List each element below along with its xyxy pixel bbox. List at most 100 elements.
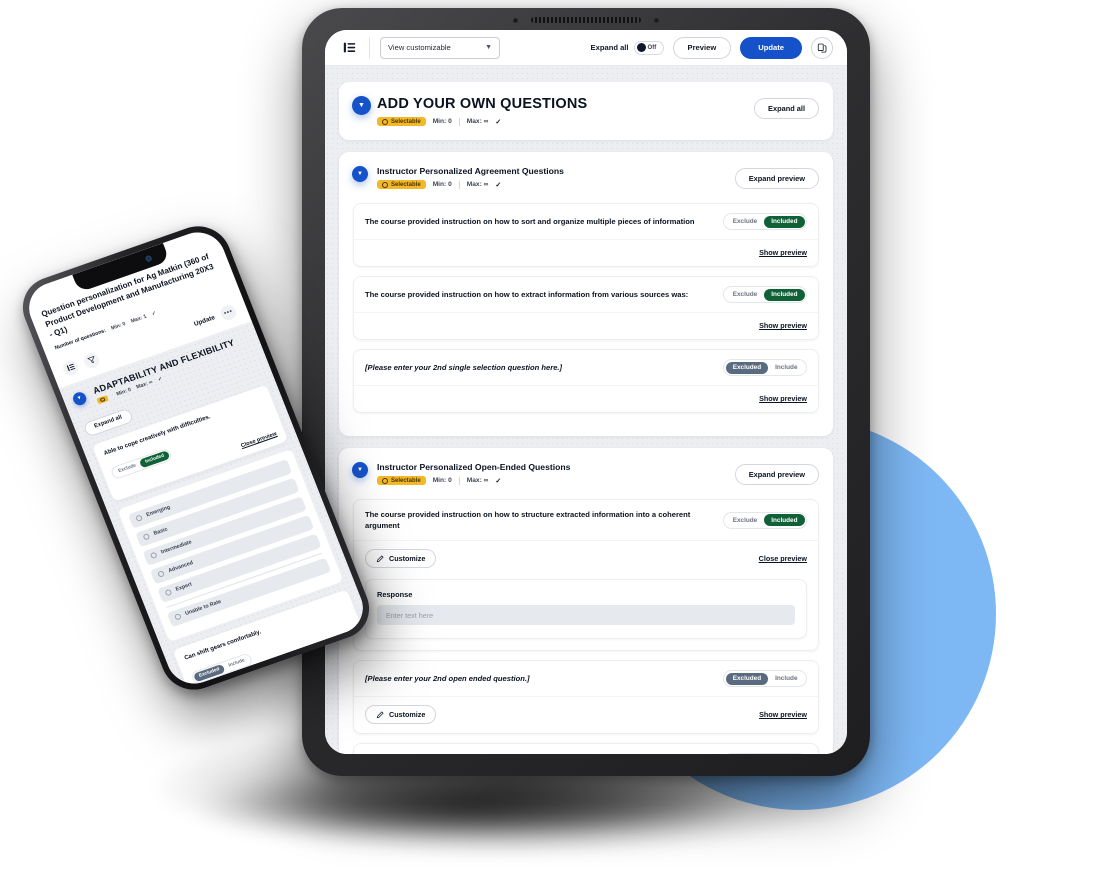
chevron-collapse-icon[interactable]: ▼ <box>352 166 368 182</box>
tablet-device: View customizable ▼ Expand all Off Previ… <box>302 8 870 776</box>
customize-label: Customize <box>389 710 426 719</box>
app-content[interactable]: ▼ ADD YOUR OWN QUESTIONS Selectable Min:… <box>325 66 847 754</box>
include-option[interactable]: Included <box>139 450 171 469</box>
question-row: [Please enter your 3rd open ended questi… <box>354 744 818 754</box>
include-option[interactable]: Include <box>223 655 252 672</box>
selectable-dot-icon <box>382 181 388 188</box>
group-actions: Expand preview <box>734 462 819 485</box>
chevron-collapse-icon[interactable]: ▼ <box>70 390 89 407</box>
chevron-down-icon: ▼ <box>485 44 492 51</box>
status-badge <box>96 394 109 405</box>
status-badge-label: Selectable <box>391 181 421 188</box>
expand-all-toggle[interactable]: Expand all Off <box>590 40 664 55</box>
question-card: [Please enter your 2nd single selection … <box>353 349 819 413</box>
check-icon: ✓ <box>150 309 158 317</box>
status-badge-label: Selectable <box>391 477 421 484</box>
include-exclude-toggle[interactable]: Excluded Include <box>723 753 807 754</box>
view-select[interactable]: View customizable ▼ <box>380 36 500 59</box>
group-header: ▼ Instructor Personalized Open-Ended Que… <box>339 448 833 499</box>
show-preview-link[interactable]: Show preview <box>759 394 807 403</box>
list-view-icon[interactable] <box>339 38 359 58</box>
expand-preview-button[interactable]: Expand preview <box>734 168 819 189</box>
include-option[interactable]: Included <box>764 288 805 301</box>
include-exclude-toggle[interactable]: Excluded Include <box>723 359 807 376</box>
expand-all-button[interactable]: Expand all <box>754 98 819 119</box>
customize-button[interactable]: Customize <box>365 705 437 724</box>
main-section-panel: ▼ ADD YOUR OWN QUESTIONS Selectable Min:… <box>339 82 833 140</box>
list-view-icon[interactable] <box>60 358 81 377</box>
response-preview-box: Response Enter text here <box>365 579 807 639</box>
group-title: Instructor Personalized Agreement Questi… <box>377 166 564 176</box>
exclude-option[interactable]: Excluded <box>193 663 226 683</box>
group-panel-open-ended: ▼ Instructor Personalized Open-Ended Que… <box>339 448 833 754</box>
exclude-option[interactable]: Exclude <box>726 289 765 301</box>
expand-preview-button[interactable]: Expand preview <box>734 464 819 485</box>
question-text: The course provided instruction on how t… <box>365 217 695 226</box>
main-section-header: ▼ ADD YOUR OWN QUESTIONS Selectable Min:… <box>339 82 833 140</box>
include-exclude-toggle[interactable]: Exclude Included <box>723 286 807 303</box>
question-card: The course provided instruction on how t… <box>353 499 819 651</box>
update-button[interactable]: Update <box>740 36 802 59</box>
check-icon: ✓ <box>495 181 502 189</box>
question-list: The course provided instruction on how t… <box>339 499 833 754</box>
question-actions: Show preview <box>354 239 818 266</box>
group-meta: Selectable Min: 0 Max: ∞ ✓ <box>377 476 570 485</box>
customize-button[interactable]: Customize <box>365 549 437 568</box>
radio-icon <box>142 533 151 541</box>
exclude-option[interactable]: Exclude <box>726 514 765 526</box>
mockup-stage: View customizable ▼ Expand all Off Previ… <box>0 0 1096 875</box>
expand-all-label: Expand all <box>590 43 629 52</box>
check-icon: ✓ <box>495 118 502 126</box>
close-preview-link[interactable]: Close preview <box>759 554 807 563</box>
copy-icon[interactable] <box>811 36 833 59</box>
status-badge: Selectable <box>377 180 426 189</box>
radio-icon <box>135 514 144 523</box>
rating-option-label: Unable to Rate <box>184 599 223 618</box>
view-select-value: View customizable <box>388 43 451 52</box>
toolbar-right-group: Expand all Off Preview Update <box>590 36 833 59</box>
exclude-option[interactable]: Excluded <box>725 361 769 374</box>
exclude-option[interactable]: Excluded <box>725 672 769 685</box>
question-row: The course provided instruction on how t… <box>354 277 818 312</box>
include-exclude-toggle[interactable]: Excluded Include <box>723 670 807 687</box>
group-actions: Expand preview <box>734 166 819 189</box>
filter-icon[interactable] <box>81 350 102 370</box>
question-text: The course provided instruction on how t… <box>365 290 689 299</box>
question-card: The course provided instruction on how t… <box>353 203 819 267</box>
max-label: Max: ∞ <box>135 379 154 391</box>
max-label: Max: ∞ <box>466 181 489 188</box>
show-preview-link[interactable]: Show preview <box>759 321 807 330</box>
show-preview-link[interactable]: Show preview <box>759 248 807 257</box>
exclude-option[interactable]: Exclude <box>112 460 142 478</box>
include-option[interactable]: Include <box>768 673 804 685</box>
include-option[interactable]: Included <box>764 215 805 228</box>
toggle-switch[interactable]: Off <box>633 40 664 55</box>
preview-button[interactable]: Preview <box>672 36 732 59</box>
include-exclude-toggle[interactable]: Exclude Included <box>723 511 807 529</box>
rating-option-label: Intermediate <box>160 539 193 556</box>
tablet-speaker-grille <box>531 17 641 23</box>
meta-divider <box>458 117 460 126</box>
meta-divider <box>458 180 460 189</box>
toggle-state-label: Off <box>647 44 657 51</box>
group-text-group: Instructor Personalized Open-Ended Quest… <box>377 462 570 485</box>
question-actions: Show preview <box>354 312 818 339</box>
chevron-collapse-icon[interactable]: ▼ <box>352 96 371 115</box>
exclude-option[interactable]: Exclude <box>726 216 765 228</box>
selectable-dot-icon <box>382 477 388 484</box>
include-exclude-toggle[interactable]: Exclude Included <box>723 213 807 230</box>
chevron-collapse-icon[interactable]: ▼ <box>352 462 368 478</box>
main-section-actions: Expand all <box>754 96 819 119</box>
include-option[interactable]: Included <box>764 514 805 526</box>
more-options-icon[interactable]: ••• <box>218 302 239 322</box>
max-label: Max: ∞ <box>466 477 489 484</box>
show-preview-link[interactable]: Show preview <box>759 710 807 719</box>
response-input[interactable]: Enter text here <box>377 605 795 625</box>
tablet-camera-right <box>654 18 659 23</box>
include-option[interactable]: Include <box>768 362 804 374</box>
rating-option-label: Expert <box>175 582 194 594</box>
phone-update-button[interactable]: Update <box>193 314 216 328</box>
main-section-meta: Selectable Min: 0 Max: ∞ ✓ <box>377 117 587 126</box>
group-title: Instructor Personalized Open-Ended Quest… <box>377 462 571 472</box>
question-card: The course provided instruction on how t… <box>353 276 819 340</box>
